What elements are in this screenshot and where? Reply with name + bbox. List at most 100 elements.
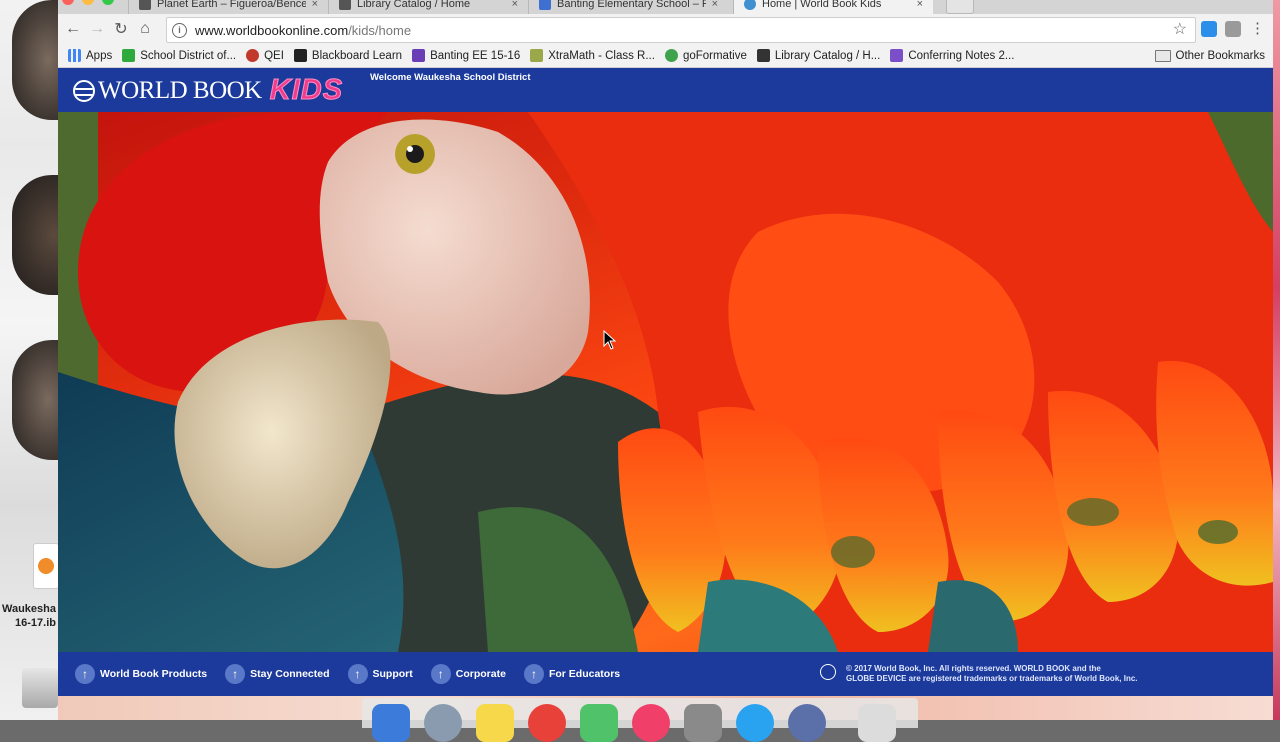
tab-banting-elementary[interactable]: Banting Elementary School – F × <box>528 0 728 14</box>
footer-link-stay-connected[interactable]: ↑ Stay Connected <box>225 664 330 684</box>
other-bookmarks[interactable]: Other Bookmarks <box>1154 49 1265 62</box>
up-arrow-icon: ↑ <box>523 664 544 684</box>
bookmark-school-district[interactable]: School District of... <box>122 49 236 62</box>
footer-link-label: World Book Products <box>100 668 208 680</box>
school-district-icon <box>122 49 136 62</box>
macos-dock <box>362 698 918 742</box>
bookmark-blackboard[interactable]: Blackboard Learn <box>293 49 403 62</box>
address-bar[interactable]: i www.worldbookonline.com/kids/home ☆ <box>166 17 1196 43</box>
folder-icon <box>1154 49 1171 62</box>
tab-favicon-icon <box>339 0 351 10</box>
site-info-icon[interactable]: i <box>172 22 187 38</box>
minimize-window-icon[interactable] <box>82 0 94 5</box>
bookmark-xtramath[interactable]: XtraMath - Class R... <box>530 49 655 62</box>
other-bookmarks-label: Other Bookmarks <box>1175 49 1265 62</box>
up-arrow-icon: ↑ <box>75 664 95 684</box>
tab-title: Banting Elementary School – F <box>557 0 706 10</box>
chrome-icon[interactable] <box>528 704 566 742</box>
desktop-file-label-line1: Waukesha <box>1 603 56 615</box>
footer-link-label: Support <box>372 668 413 680</box>
tab-title: Planet Earth – Figueroa/Bence <box>157 0 306 10</box>
bookmark-label: XtraMath - Class R... <box>548 49 655 62</box>
desktop-file-icon[interactable] <box>33 543 59 593</box>
itunes-icon[interactable] <box>632 704 670 742</box>
desktop-file-label[interactable]: Waukesha 16-17.ib <box>0 602 58 630</box>
bookmark-label: School District of... <box>140 49 237 62</box>
bookmark-qei[interactable]: QEI <box>246 49 284 62</box>
bookmark-conferring-notes[interactable]: Conferring Notes 2... <box>890 49 1014 62</box>
site-header: WORLD BOOK KIDS Welcome Waukesha School … <box>58 68 1273 112</box>
logo-kids-text: KIDS <box>269 74 344 107</box>
macaw-photo-illustration <box>58 112 1273 652</box>
finder-icon[interactable] <box>372 704 410 742</box>
conferring-notes-icon <box>890 49 904 62</box>
launchpad-icon[interactable] <box>424 704 462 742</box>
browser-toolbar: ← → ↻ ⌂ i www.worldbookonline.com/kids/h… <box>58 14 1273 44</box>
hard-drive-icon[interactable] <box>22 668 58 708</box>
welcome-message: Welcome Waukesha School District <box>370 72 531 83</box>
tab-title: Library Catalog / Home <box>357 0 471 10</box>
browser-window: Planet Earth – Figueroa/Bence × Library … <box>58 0 1273 696</box>
hero-image <box>58 112 1273 652</box>
system-preferences-icon[interactable] <box>684 704 722 742</box>
back-arrow-icon[interactable]: ← <box>61 17 85 41</box>
address-host: www.worldbookonline.com <box>195 22 349 38</box>
extension-d-icon[interactable] <box>1201 21 1217 37</box>
numbers-icon[interactable] <box>580 704 618 742</box>
bookmark-star-icon[interactable]: ☆ <box>1173 19 1187 39</box>
bookmark-label: goFormative <box>682 49 747 62</box>
tab-library-catalog[interactable]: Library Catalog / Home × <box>328 0 528 14</box>
bookmark-label: Library Catalog / H... <box>774 49 881 62</box>
bookmark-library-catalog[interactable]: Library Catalog / H... <box>756 49 881 62</box>
logo-world-book-text: WORLD BOOK <box>98 76 262 104</box>
apps-grid-icon <box>68 49 81 62</box>
footer-link-support[interactable]: ↑ Support <box>347 664 413 684</box>
goformative-icon <box>664 49 678 62</box>
app-store-icon[interactable] <box>736 704 774 742</box>
bookmark-goformative[interactable]: goFormative <box>664 49 747 62</box>
tab-close-icon[interactable]: × <box>917 0 923 10</box>
desktop-file-label-line2: 16-17.ib <box>15 617 56 629</box>
qei-icon <box>246 49 260 62</box>
footer-link-for-educators[interactable]: ↑ For Educators <box>523 664 620 684</box>
bookmark-label: Blackboard Learn <box>311 49 403 62</box>
browser-menu-icon[interactable]: ⋮ <box>1250 19 1265 39</box>
close-window-icon[interactable] <box>62 0 74 5</box>
banting-icon <box>412 49 426 62</box>
mouse-cursor-icon <box>603 330 617 350</box>
tab-favicon-icon <box>744 0 756 10</box>
notes-icon[interactable] <box>476 704 514 742</box>
maximize-window-icon[interactable] <box>102 0 114 5</box>
up-arrow-icon: ↑ <box>347 664 368 684</box>
window-controls <box>62 0 114 5</box>
xtramath-icon <box>530 49 544 62</box>
copyright-line2: GLOBE DEVICE are registered trademarks o… <box>846 674 1138 683</box>
trash-icon[interactable] <box>858 704 896 742</box>
footer-link-world-book-products[interactable]: ↑ World Book Products <box>75 664 207 684</box>
tab-close-icon[interactable]: × <box>712 0 718 10</box>
tab-close-icon[interactable]: × <box>312 0 318 10</box>
footer-link-label: Corporate <box>455 668 506 680</box>
globe-icon <box>73 79 95 102</box>
site-footer: ↑ World Book Products ↑ Stay Connected ↑… <box>58 652 1273 696</box>
bookmark-apps[interactable]: Apps <box>68 49 112 62</box>
bookmark-label: Conferring Notes 2... <box>908 49 1015 62</box>
reload-icon[interactable]: ↻ <box>109 17 133 41</box>
desktop-background-right <box>1273 0 1280 720</box>
tab-planet-earth[interactable]: Planet Earth – Figueroa/Bence × <box>128 0 328 14</box>
extension-grey-icon[interactable] <box>1225 21 1241 37</box>
bookmark-label: QEI <box>264 49 284 62</box>
footer-link-corporate[interactable]: ↑ Corporate <box>430 664 506 684</box>
forward-arrow-icon[interactable]: → <box>85 17 109 41</box>
tab-favicon-icon <box>139 0 151 10</box>
bookmark-label: Apps <box>86 49 113 62</box>
new-tab-button[interactable] <box>946 0 974 14</box>
home-icon[interactable]: ⌂ <box>133 17 157 41</box>
tab-strip: Planet Earth – Figueroa/Bence × Library … <box>58 0 1273 14</box>
tab-close-icon[interactable]: × <box>512 0 518 10</box>
tab-world-book-kids[interactable]: Home | World Book Kids × <box>733 0 933 14</box>
world-book-kids-logo[interactable]: WORLD BOOK KIDS <box>73 74 343 107</box>
quicktime-icon[interactable] <box>788 704 826 742</box>
bookmark-banting-ee[interactable]: Banting EE 15-16 <box>412 49 520 62</box>
copyright-line1: © 2017 World Book, Inc. All rights reser… <box>846 664 1101 673</box>
